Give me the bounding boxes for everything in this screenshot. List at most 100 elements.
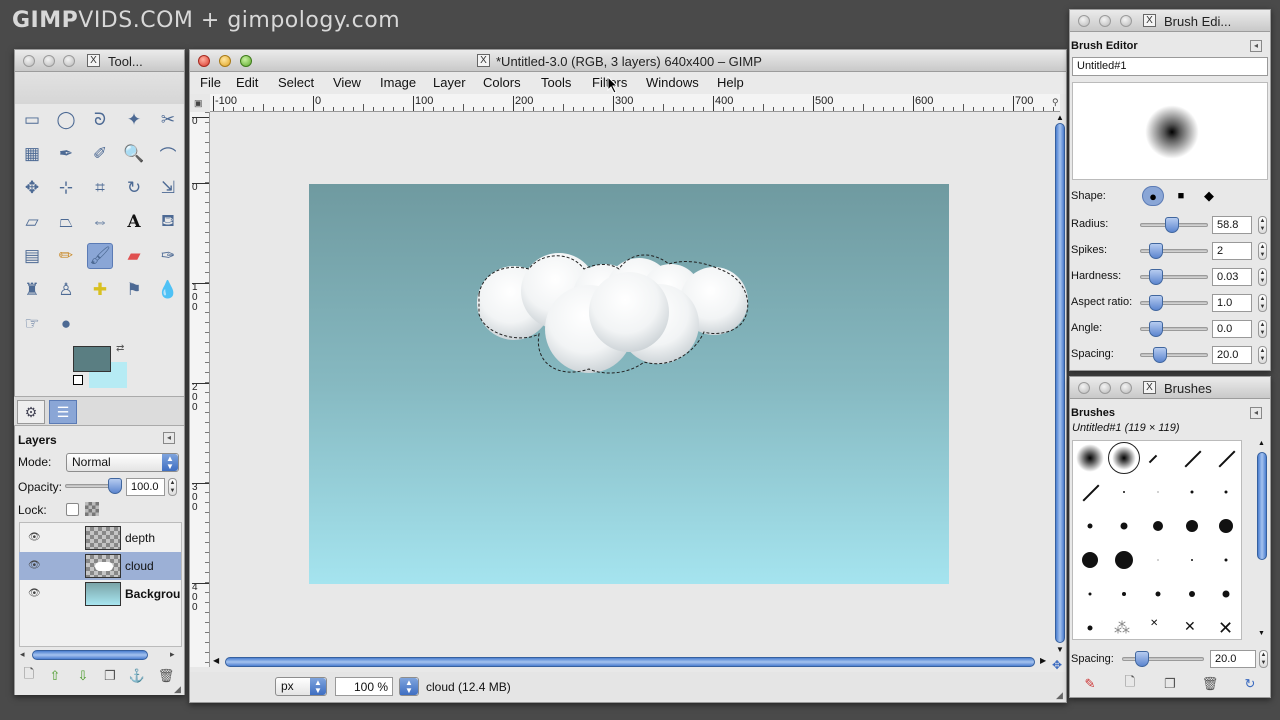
close-button[interactable] <box>1078 382 1090 394</box>
layer-row[interactable]: 👁 Backgrou <box>19 580 181 608</box>
param-spinner[interactable]: ▲ ▼ <box>1258 242 1267 260</box>
param-slider[interactable] <box>1140 295 1208 311</box>
tool-options-tab[interactable]: ⚙ <box>17 400 45 424</box>
param-spinner[interactable]: ▲ ▼ <box>1258 216 1267 234</box>
param-slider[interactable] <box>1140 347 1208 363</box>
brush-swatch[interactable] <box>1087 523 1093 529</box>
param-spinner[interactable]: ▲ ▼ <box>1258 320 1267 338</box>
shape-diamond-button[interactable]: ◆ <box>1198 186 1220 206</box>
param-field[interactable]: 1.0 <box>1212 294 1252 312</box>
edit-brush-icon[interactable]: ✎ <box>1081 675 1099 693</box>
brush-swatch[interactable] <box>1222 590 1230 598</box>
eye-icon[interactable]: 👁 <box>28 532 41 543</box>
brush-swatch[interactable]: ✕ <box>1184 618 1196 635</box>
param-slider[interactable] <box>1140 321 1208 337</box>
menu-select[interactable]: Select <box>278 75 314 90</box>
rotate-icon[interactable]: ↻ <box>121 175 147 201</box>
param-slider-handle[interactable] <box>1149 243 1164 259</box>
spacing-spinner[interactable]: ▲ ▼ <box>1259 650 1268 668</box>
lower-layer-icon[interactable]: ⇩ <box>74 667 92 685</box>
duplicate-brush-icon[interactable]: ❐ <box>1161 675 1179 693</box>
brush-swatch[interactable]: ✕ <box>1218 618 1233 639</box>
scroll-left-icon[interactable]: ◀ <box>213 656 219 665</box>
foreground-color-swatch[interactable] <box>73 346 111 372</box>
brush-swatch[interactable] <box>1087 625 1093 631</box>
measure-icon[interactable]: ⌒ <box>155 141 181 167</box>
pencil-icon[interactable]: ✏ <box>53 243 79 269</box>
smudge-icon[interactable]: ☞ <box>19 311 45 337</box>
align-icon[interactable]: ⊹ <box>53 175 79 201</box>
brush-editor-titlebar[interactable]: X Brush Edi... <box>1070 10 1270 32</box>
menu-edit[interactable]: Edit <box>236 75 258 90</box>
default-colors-icon[interactable] <box>73 375 83 385</box>
scroll-up-icon[interactable]: ▲ <box>1258 440 1265 447</box>
brush-swatch[interactable]: ✕ <box>1150 618 1158 629</box>
zoom-select[interactable]: ▲ ▼ <box>399 677 419 696</box>
image-canvas[interactable] <box>309 184 949 584</box>
param-field[interactable]: 2 <box>1212 242 1252 260</box>
brushes-vscroll[interactable]: ▲ ▼ <box>1256 440 1268 640</box>
navigate-icon[interactable]: ⚲ <box>1052 97 1059 108</box>
mode-select[interactable]: Normal ▲ ▼ <box>66 453 179 472</box>
layer-row[interactable]: 👁 cloud <box>19 552 181 580</box>
ellipse-select-icon[interactable]: ◯ <box>53 107 79 133</box>
vertical-scrollbar-thumb[interactable] <box>1055 123 1065 643</box>
flip-icon[interactable]: ⇔ <box>87 209 113 235</box>
zoom-button[interactable] <box>1120 382 1132 394</box>
brush-swatch[interactable] <box>1189 591 1195 597</box>
brush-swatch[interactable] <box>1184 450 1202 468</box>
brush-swatch[interactable] <box>1108 442 1140 474</box>
opacity-slider-handle[interactable] <box>108 478 122 494</box>
perspective-icon[interactable]: ⏢ <box>53 209 79 235</box>
perspective-clone-icon[interactable]: ⚑ <box>121 277 147 303</box>
close-button[interactable] <box>1078 15 1090 27</box>
scroll-down-icon[interactable]: ▼ <box>1056 645 1064 654</box>
close-button[interactable] <box>23 55 35 67</box>
layers-tab[interactable]: ☰ <box>49 400 77 424</box>
brush-swatch[interactable] <box>1082 484 1100 502</box>
opacity-field[interactable]: 100.0 <box>126 478 165 496</box>
eye-icon[interactable]: 👁 <box>28 560 41 571</box>
lock-checkbox[interactable] <box>66 503 79 516</box>
toolbox-titlebar[interactable]: X Tool... <box>15 50 184 72</box>
brush-swatch[interactable] <box>1155 591 1161 597</box>
brush-swatch[interactable] <box>1191 559 1193 561</box>
swap-colors-icon[interactable]: ⇄ <box>116 343 124 354</box>
param-spinner[interactable]: ▲ ▼ <box>1258 268 1267 286</box>
new-layer-icon[interactable]: 🗋 <box>20 666 38 685</box>
new-brush-icon[interactable]: 🗋 <box>1121 674 1139 693</box>
blend-icon[interactable]: ▤ <box>19 243 45 269</box>
param-slider-handle[interactable] <box>1149 269 1164 285</box>
quick-mask-corner[interactable]: ▣ <box>194 98 203 109</box>
menu-view[interactable]: View <box>333 75 361 90</box>
zoom-icon[interactable]: 🔍 <box>121 141 147 167</box>
delete-layer-icon[interactable]: 🗑 <box>157 667 175 685</box>
close-button[interactable] <box>198 55 210 67</box>
param-slider[interactable] <box>1140 217 1208 233</box>
brush-swatch[interactable] <box>1190 490 1194 494</box>
scroll-right-icon[interactable]: ▸ <box>170 649 175 660</box>
brush-swatch[interactable] <box>1123 491 1125 493</box>
scroll-up-icon[interactable]: ▲ <box>1056 113 1064 122</box>
scale-icon[interactable]: ⇲ <box>155 175 181 201</box>
menu-windows[interactable]: Windows <box>646 75 699 90</box>
lasso-icon[interactable]: ᘐ <box>87 107 113 133</box>
eraser-icon[interactable]: ▰ <box>121 243 147 269</box>
panel-menu-button[interactable]: ◂ <box>163 432 175 444</box>
brush-swatch[interactable] <box>1122 592 1126 596</box>
color-select-icon[interactable]: ▦ <box>19 141 45 167</box>
brush-swatch[interactable]: ⁂ <box>1114 618 1130 638</box>
scroll-right-icon[interactable]: ▶ <box>1040 656 1046 665</box>
brush-swatch[interactable] <box>1224 558 1228 562</box>
param-field[interactable]: 0.0 <box>1212 320 1252 338</box>
spacing-slider-handle[interactable] <box>1135 651 1149 667</box>
fuzzy-select-icon[interactable]: ✦ <box>121 107 147 133</box>
minimize-button[interactable] <box>1099 382 1111 394</box>
brush-swatch[interactable] <box>1218 450 1236 468</box>
heal-icon[interactable]: ✚ <box>87 277 113 303</box>
brushes-vscroll-thumb[interactable] <box>1257 452 1267 560</box>
duplicate-layer-icon[interactable]: ❐ <box>101 667 119 685</box>
brush-swatch[interactable] <box>1224 490 1228 494</box>
param-slider-handle[interactable] <box>1164 217 1179 233</box>
brush-swatch[interactable] <box>1076 444 1104 472</box>
